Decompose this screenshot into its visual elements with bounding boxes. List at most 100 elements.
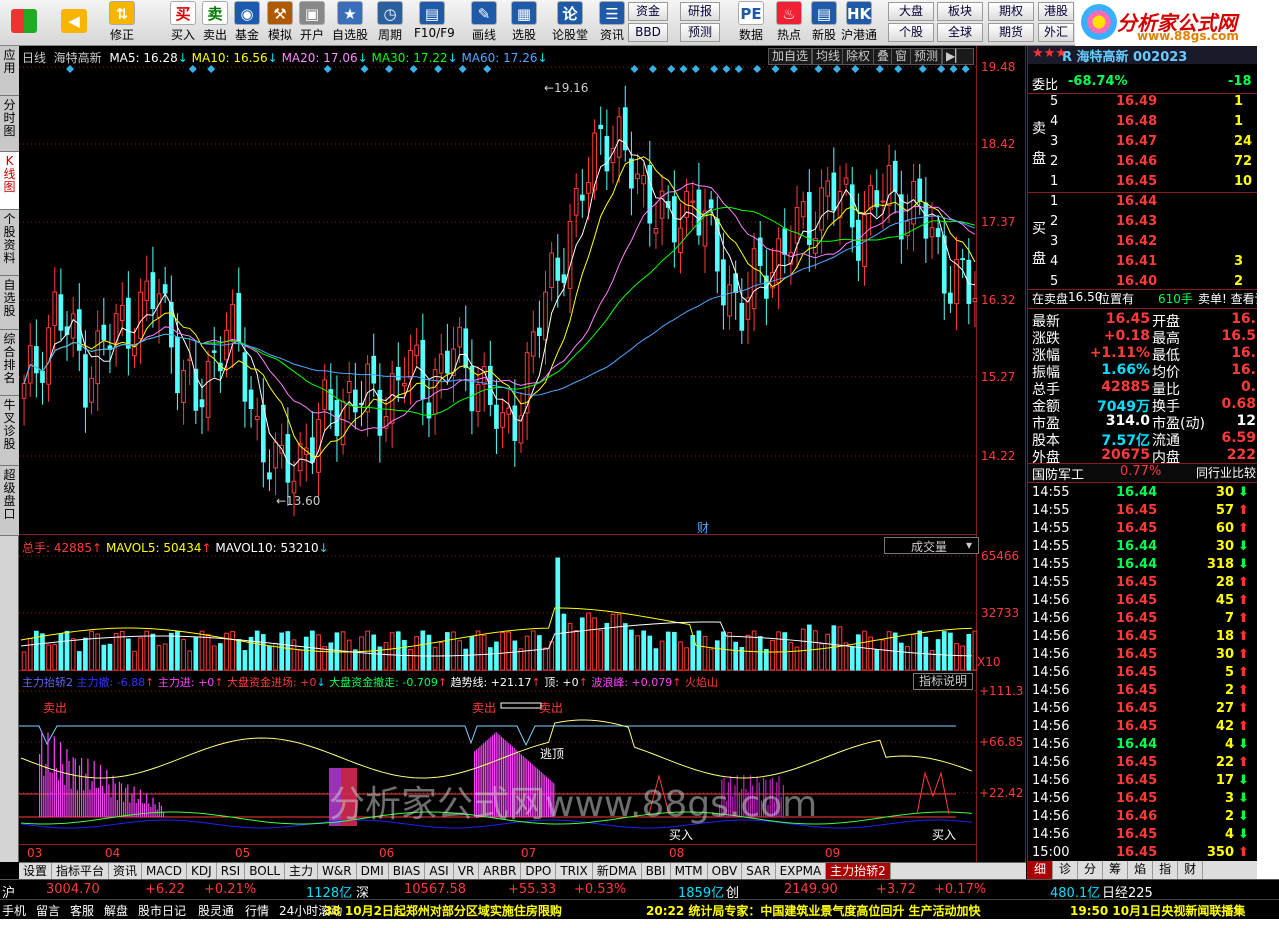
toolbar-clock-button[interactable]: ◷ 周期 xyxy=(372,1,408,45)
indicator-tab[interactable]: OBV xyxy=(708,863,743,879)
indicator-tab[interactable]: ASI xyxy=(425,863,454,879)
tab-kline[interactable]: K线图 xyxy=(0,152,19,210)
quote-tab[interactable]: 诊 xyxy=(1053,861,1079,879)
research-button[interactable]: 研报 xyxy=(680,2,720,21)
bottom-link[interactable]: 手机 xyxy=(2,902,26,919)
indicator-tab[interactable]: W&R xyxy=(318,863,357,879)
orderbook-row[interactable]: 4 16.41 3 xyxy=(1028,254,1258,272)
news-item-3[interactable]: 19:50 10月1日央视新闻联播集 xyxy=(1070,902,1245,919)
toolbar-pen-button[interactable]: ✎ 画线 xyxy=(466,1,502,45)
stock-button[interactable]: 个股 xyxy=(888,23,934,42)
orderbook-row[interactable]: 3 16.42 xyxy=(1028,234,1258,252)
ma-lines-button[interactable]: 均线 xyxy=(812,48,845,65)
indicator-tab[interactable]: VR xyxy=(454,863,480,879)
forecast-button[interactable]: 预测 xyxy=(680,23,720,42)
toolbar-f10-button[interactable]: ▤ F10/F9 xyxy=(414,1,455,45)
bottom-link[interactable]: 股灵通 xyxy=(198,902,234,919)
options-button[interactable]: 期权 xyxy=(988,2,1034,21)
indicator-tab[interactable]: BBI xyxy=(642,863,671,879)
indicator-tab[interactable]: KDJ xyxy=(187,863,217,879)
industry-compare-link[interactable]: 同行业比较 xyxy=(1196,464,1256,481)
market-button[interactable]: 大盘 xyxy=(888,2,934,21)
sector-button[interactable]: 板块 xyxy=(937,2,983,21)
bottom-link[interactable]: 股市日记 xyxy=(138,902,186,919)
toolbar-discussion-button[interactable]: 论论股堂 xyxy=(552,1,588,45)
toolbar-star-folder-button[interactable]: ★ 自选股 xyxy=(332,1,368,45)
news-item-2[interactable]: 20:22 统计局专家：中国建筑业景气度高位回升 生产活动加快 xyxy=(646,902,981,919)
news-item-1[interactable]: 38 10月2日起郑州对部分区域实施住房限购 xyxy=(324,902,562,919)
bottom-link[interactable]: 行情 xyxy=(245,902,269,919)
orderbook-row[interactable]: 2 16.46 72 xyxy=(1028,154,1258,172)
indicator-tab[interactable]: SAR xyxy=(742,863,776,879)
indicator-tab[interactable]: 设置 xyxy=(19,863,53,879)
orderbook-row[interactable]: 2 16.43 xyxy=(1028,214,1258,232)
toolbar-new-stock-button[interactable]: ▤ 新股 xyxy=(806,1,842,45)
global-button[interactable]: 全球 xyxy=(937,23,983,42)
bottom-link[interactable]: 客服 xyxy=(70,902,94,919)
bottom-link[interactable]: 留言 xyxy=(36,902,60,919)
toolbar-hammer-button[interactable]: ⚒ 模拟 xyxy=(262,1,298,45)
windows-grid-icon[interactable] xyxy=(4,1,44,45)
add-watchlist-button[interactable]: 加自选 xyxy=(768,48,813,65)
hk-stock-button[interactable]: 港股 xyxy=(1038,2,1074,21)
quote-tab[interactable]: 指 xyxy=(1153,861,1179,879)
quote-tab[interactable]: 筹 xyxy=(1103,861,1129,879)
indicator-tab[interactable]: 主力 xyxy=(285,863,319,879)
orderbook-row[interactable]: 5 16.49 1 xyxy=(1028,94,1258,112)
toolbar-fund-button[interactable]: ◉ 基金 xyxy=(229,1,265,45)
back-arrow-icon[interactable]: ◀ xyxy=(54,1,94,45)
indicator-tab[interactable]: 新DMA xyxy=(593,863,642,879)
indicator-tab[interactable]: BIAS xyxy=(389,863,426,879)
orderbook-row[interactable]: 1 16.45 10 xyxy=(1028,174,1258,192)
tab-ranking[interactable]: 综合排名 xyxy=(0,330,19,396)
indicator-tab[interactable]: DPO xyxy=(521,863,557,879)
fund-flow-button[interactable]: 资金 xyxy=(628,2,668,21)
ex-rights-button[interactable]: 除权 xyxy=(842,48,875,65)
orderbook-row[interactable]: 4 16.48 1 xyxy=(1028,114,1258,132)
tab-app[interactable]: 应用 xyxy=(0,46,19,96)
quote-tab[interactable]: 细 xyxy=(1028,861,1054,879)
toolbar-select-stock-button[interactable]: ▦ 选股 xyxy=(506,1,542,45)
futures-button[interactable]: 期货 xyxy=(988,23,1034,42)
quote-tab[interactable]: 财 xyxy=(1178,861,1204,879)
expand-icon[interactable]: ▶▏ xyxy=(942,48,974,65)
forecast-chart-button[interactable]: 预测 xyxy=(910,48,943,65)
indicator-tab[interactable]: DMI xyxy=(357,863,389,879)
indicator-tab[interactable]: 主力抬轿2 xyxy=(826,863,891,879)
toolbar-pe-data-button[interactable]: PE 数据 xyxy=(733,1,769,45)
toolbar-buy-button[interactable]: 买买入 xyxy=(165,1,201,45)
bottom-link[interactable]: 解盘 xyxy=(104,902,128,919)
tab-super-orderbook[interactable]: 超级盘口 xyxy=(0,466,19,536)
indicator-tab[interactable]: BOLL xyxy=(245,863,286,879)
orderbook-row[interactable]: 1 16.44 xyxy=(1028,194,1258,212)
toolbar-news-button[interactable]: ☰ 资讯 xyxy=(594,1,630,45)
toolbar-hk-connect-button[interactable]: HK 沪港通 xyxy=(841,1,877,45)
indicator-help-button[interactable]: 指标说明 xyxy=(913,673,973,690)
tab-diagnosis[interactable]: 牛叉诊股 xyxy=(0,396,19,466)
indicator-tab[interactable]: EXPMA xyxy=(776,863,827,879)
dropdown-arrow-icon[interactable]: ▾ xyxy=(966,538,972,552)
forex-button[interactable]: 外汇 xyxy=(1038,23,1074,42)
indicator-tab[interactable]: MACD xyxy=(142,863,188,879)
tab-intraday[interactable]: 分时图 xyxy=(0,96,19,152)
overlay-button[interactable]: 叠 xyxy=(873,48,894,65)
indicator-tab[interactable]: 资讯 xyxy=(109,863,143,879)
toolbar-sell-button[interactable]: 卖卖出 xyxy=(197,1,233,45)
tab-stock-info[interactable]: 个股资料 xyxy=(0,210,19,276)
indicator-tab[interactable]: 指标平台 xyxy=(52,863,110,879)
indicator-tab[interactable]: ARBR xyxy=(479,863,522,879)
toolbar-up-down-arrows-button[interactable]: ⇅ 修正 xyxy=(104,1,140,45)
tab-watchlist[interactable]: 自选股 xyxy=(0,276,19,330)
quote-tab[interactable]: 焰 xyxy=(1128,861,1154,879)
bbd-button[interactable]: BBD xyxy=(628,23,668,42)
volume-selector[interactable]: 成交量 ▾ xyxy=(884,537,979,554)
kline-chart-canvas[interactable]: 19.48 18.42 17.37 16.32 15.27 14.22 65466 32733… xyxy=(19,46,1026,862)
sector-row[interactable]: 国防军工 0.77% 同行业比较 xyxy=(1028,463,1258,483)
big-order-notice[interactable]: 在卖盘 16.50 位置有 610手 卖单! 查看详 xyxy=(1028,289,1267,309)
indicator-tab[interactable]: RSI xyxy=(217,863,246,879)
toolbar-lock-button[interactable]: ▣ 开户 xyxy=(294,1,330,45)
kline-chart-panel[interactable]: 19.48 18.42 17.37 16.32 15.27 14.22 65466 32733… xyxy=(19,46,1026,862)
orderbook-row[interactable]: 3 16.47 24 xyxy=(1028,134,1258,152)
window-button[interactable]: 窗 xyxy=(891,48,912,65)
toolbar-hot-button[interactable]: ♨ 热点 xyxy=(771,1,807,45)
